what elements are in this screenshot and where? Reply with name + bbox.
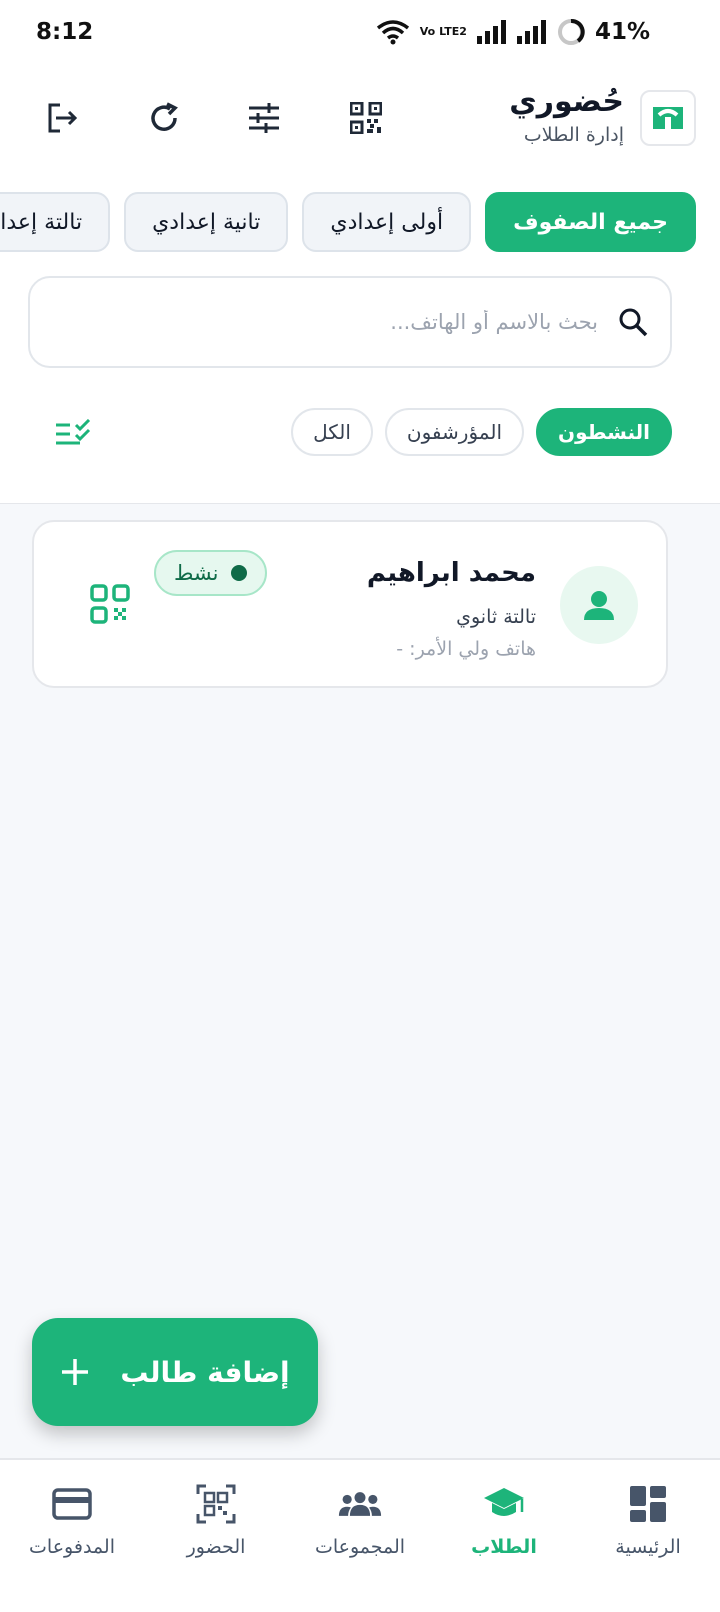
search-icon [619,308,648,337]
qr-code-icon [350,102,382,134]
filter-active[interactable]: النشطون [536,408,672,456]
signal-icon-2 [516,20,546,44]
bottom-nav: الرئيسية الطلاب المجموعات الحضور المدفوع… [0,1458,720,1612]
nav-students-label: الطلاب [471,1536,537,1558]
wifi-icon [376,20,409,45]
nav-payments-label: المدفوعات [29,1536,115,1558]
status-label: نشط [174,561,219,585]
student-name: محمد ابراهيم [366,558,536,588]
logout-button[interactable] [40,96,84,140]
checklist-icon [56,419,91,445]
volte-indicator: Vo LTE2 [419,25,467,38]
signal-icon [476,20,506,44]
dashboard-icon [626,1482,670,1526]
nav-attendance[interactable]: الحضور [144,1460,288,1612]
tab-all-classes[interactable]: جميع الصفوف [485,192,696,252]
plus-icon [62,1359,89,1385]
person-icon [584,591,614,620]
avatar [560,566,638,644]
tab-third-prep[interactable]: تالتة إعدادي [0,192,111,252]
group-icon [338,1482,382,1526]
nav-home-label: الرئيسية [615,1536,681,1558]
app-subtitle: إدارة الطلاب [523,124,624,146]
tab-first-prep[interactable]: أولى إعدادي [302,192,472,252]
qr-code-icon [90,584,130,624]
search-box [28,276,672,368]
nav-payments[interactable]: المدفوعات [0,1460,144,1612]
student-card[interactable]: محمد ابراهيم تالتة ثانوي هاتف ولي الأمر:… [32,520,668,688]
qr-scan-button[interactable] [344,96,388,140]
battery-percent: 41% [594,19,650,45]
status-badge: نشط [154,550,267,596]
status-time: 8:12 [36,19,94,45]
student-qr-button[interactable] [86,584,130,628]
refresh-button[interactable] [142,96,186,140]
logout-icon [48,103,78,133]
tab-second-prep[interactable]: تانية إعدادي [124,192,289,252]
sliders-icon [249,103,279,133]
status-dot [230,565,247,581]
battery-ring-icon [557,19,585,45]
status-bar: 8:12 Vo LTE2 41% [0,0,720,64]
nav-home[interactable]: الرئيسية [576,1460,720,1612]
filter-all[interactable]: الكل [291,408,373,456]
refresh-icon [151,102,178,131]
filters-button[interactable] [242,96,286,140]
add-student-button[interactable]: إضافة طالب [32,1318,318,1426]
app-logo [640,90,696,146]
add-student-label: إضافة طالب [120,1355,290,1389]
status-indicators: Vo LTE2 41% [376,18,650,46]
app-title: حُضوري [509,84,624,119]
class-tabs: جميع الصفوف أولى إعدادي تانية إعدادي تال… [0,192,696,254]
search-input[interactable] [52,310,598,334]
guardian-phone: هاتف ولي الأمر: - [396,638,536,660]
graduation-cap-icon [482,1482,526,1526]
student-class: تالتة ثانوي [456,606,536,628]
qr-scan-icon [194,1482,238,1526]
nav-groups[interactable]: المجموعات [288,1460,432,1612]
status-filters: النشطون المؤرشفون الكل [291,408,672,456]
bulk-select-button[interactable] [52,412,96,456]
nav-attendance-label: الحضور [186,1536,246,1558]
filter-archived[interactable]: المؤرشفون [384,408,525,456]
nav-groups-label: المجموعات [314,1536,406,1558]
logo-icon [653,107,683,129]
credit-card-icon [50,1482,94,1526]
app-header: حُضوري إدارة الطلاب جميع الصفوف أولى إعد… [0,64,720,504]
nav-students[interactable]: الطلاب [432,1460,576,1612]
